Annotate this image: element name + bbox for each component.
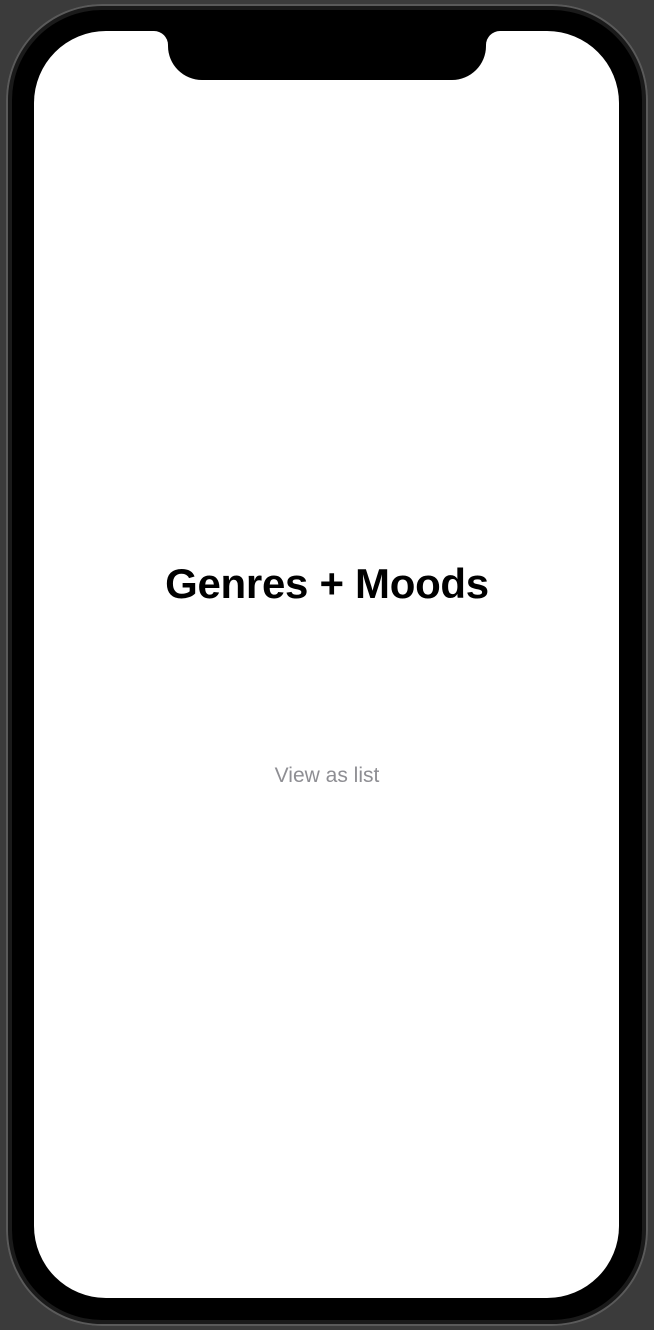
- app-screen: [34, 31, 619, 1298]
- view-as-list-button[interactable]: View as list: [0, 764, 654, 788]
- device-notch: [168, 31, 486, 80]
- page-title: Genres + Moods: [165, 560, 489, 607]
